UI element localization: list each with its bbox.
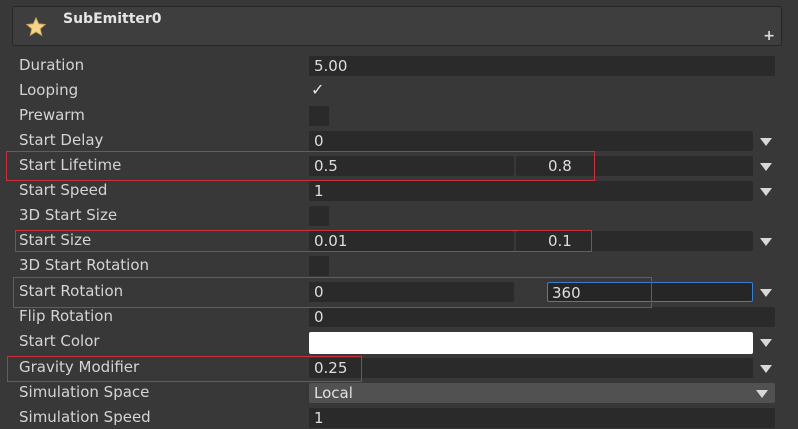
start-rotation-dropdown-icon[interactable] [760, 289, 772, 297]
start-speed-label: Start Speed [19, 181, 108, 199]
star-icon [25, 16, 47, 37]
row-flip-rotation: Flip Rotation 0 [0, 304, 798, 329]
chevron-down-icon [756, 390, 768, 398]
flip-rotation-field[interactable]: 0 [309, 307, 775, 327]
3d-start-rotation-label: 3D Start Rotation [19, 256, 150, 274]
flip-rotation-label: Flip Rotation [19, 307, 113, 325]
row-start-delay: Start Delay 0 [0, 128, 798, 153]
looping-label: Looping [19, 81, 79, 99]
simulation-space-select[interactable]: Local [309, 383, 775, 403]
start-delay-field[interactable]: 0 [309, 131, 753, 151]
start-delay-dropdown-icon[interactable] [760, 138, 772, 146]
checkmark-icon: ✓ [311, 80, 325, 99]
start-rotation-label: Start Rotation [19, 282, 124, 300]
start-delay-label: Start Delay [19, 131, 104, 149]
duration-label: Duration [19, 56, 85, 74]
start-size-label: Start Size [19, 231, 92, 249]
module-title: SubEmitter0 [63, 11, 162, 27]
row-start-lifetime: Start Lifetime 0.5 0.8 [0, 153, 798, 178]
looping-checkbox[interactable]: ✓ [309, 80, 329, 101]
prewarm-checkbox[interactable] [309, 106, 329, 126]
start-lifetime-dropdown-icon[interactable] [760, 163, 772, 171]
3d-start-rotation-checkbox[interactable] [309, 256, 329, 276]
prewarm-label: Prewarm [19, 106, 85, 124]
start-lifetime-label: Start Lifetime [19, 156, 122, 174]
simulation-speed-label: Simulation Speed [19, 408, 151, 426]
row-start-size: Start Size 0.01 0.1 [0, 228, 798, 253]
start-speed-dropdown-icon[interactable] [760, 188, 772, 196]
plus-icon[interactable]: + [763, 28, 775, 44]
start-size-dropdown-icon[interactable] [760, 238, 772, 246]
module-header[interactable]: SubEmitter0 + [12, 6, 782, 46]
row-start-color: Start Color [0, 329, 798, 354]
start-color-dropdown-icon[interactable] [760, 339, 772, 347]
row-duration: Duration 5.00 [0, 53, 798, 78]
start-color-label: Start Color [19, 332, 100, 350]
start-color-swatch[interactable] [309, 332, 753, 354]
3d-start-size-label: 3D Start Size [19, 206, 118, 224]
row-start-rotation: Start Rotation 0 360 [0, 279, 798, 304]
start-speed-field[interactable]: 1 [309, 181, 753, 201]
simulation-space-label: Simulation Space [19, 383, 150, 401]
simulation-speed-field[interactable]: 1 [309, 408, 775, 428]
gravity-modifier-label: Gravity Modifier [19, 358, 140, 376]
row-prewarm: Prewarm [0, 103, 798, 128]
row-3d-start-size: 3D Start Size [0, 203, 798, 228]
row-gravity-modifier: Gravity Modifier 0.25 [0, 355, 798, 380]
row-start-speed: Start Speed 1 [0, 178, 798, 203]
3d-start-size-checkbox[interactable] [309, 206, 329, 226]
gravity-modifier-dropdown-icon[interactable] [760, 365, 772, 373]
start-size-min-field[interactable]: 0.01 [309, 231, 514, 251]
simulation-space-value: Local [314, 384, 353, 402]
start-size-max-field[interactable]: 0.1 [516, 231, 753, 251]
gravity-modifier-field[interactable]: 0.25 [309, 358, 753, 378]
row-simulation-speed: Simulation Speed 1 [0, 405, 798, 429]
start-rotation-min-field[interactable]: 0 [309, 282, 514, 302]
start-lifetime-max-field[interactable]: 0.8 [516, 156, 753, 176]
start-rotation-max-field[interactable]: 360 [547, 282, 753, 302]
row-looping: Looping ✓ [0, 78, 798, 103]
row-3d-start-rotation: 3D Start Rotation [0, 253, 798, 278]
row-simulation-space: Simulation Space Local [0, 380, 798, 405]
duration-field[interactable]: 5.00 [309, 56, 775, 76]
start-lifetime-min-field[interactable]: 0.5 [309, 156, 514, 176]
